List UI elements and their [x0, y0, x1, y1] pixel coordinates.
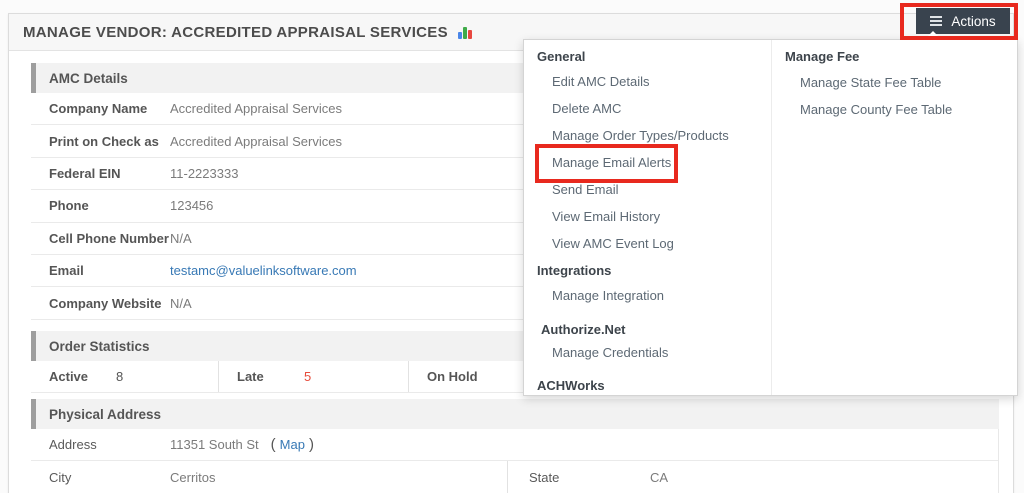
- chart-bar-green: [462, 26, 467, 39]
- stat-cell-active: Active 8: [31, 361, 219, 392]
- field-label: Print on Check as: [49, 133, 159, 149]
- menu-item-manage-state-fee-table[interactable]: Manage State Fee Table: [772, 69, 1017, 97]
- field-label: Company Name: [49, 101, 148, 117]
- page: MANAGE VENDOR: ACCREDITED APPRAISAL SERV…: [0, 0, 1024, 493]
- physical-address-title: Physical Address: [49, 406, 162, 422]
- field-value: N/A: [170, 295, 192, 311]
- dropdown-left-column: General Edit AMC Details Delete AMC Mana…: [524, 40, 772, 395]
- menu-group-header-authorize-net: Authorize.Net: [541, 322, 626, 337]
- menu-item-view-email-history[interactable]: View Email History: [524, 204, 771, 231]
- field-value: Accredited Appraisal Services: [170, 133, 342, 149]
- stat-label: Late: [237, 369, 264, 384]
- physical-address-rows: Address 11351 South St ( Map ) City Cerr…: [31, 429, 999, 493]
- city-cell: City Cerritos: [31, 461, 508, 493]
- menu-icon: [930, 16, 943, 26]
- field-value: 11-2223333: [170, 165, 239, 181]
- physical-address-section-header: Physical Address: [31, 399, 999, 429]
- field-label: Phone: [49, 198, 89, 214]
- paren-close: ): [308, 436, 314, 454]
- dropdown-right-column: Manage Fee Manage State Fee Table Manage…: [772, 40, 1017, 395]
- address-value: 11351 South St: [170, 437, 259, 453]
- stat-value-active: 8: [116, 369, 124, 384]
- menu-group-header-manage-fee: Manage Fee: [785, 49, 860, 64]
- menu-item-send-email[interactable]: Send Email: [524, 177, 771, 204]
- menu-item-manage-email-alerts[interactable]: Manage Email Alerts: [524, 150, 771, 177]
- field-label: Cell Phone Number: [49, 230, 169, 246]
- field-value: Accredited Appraisal Services: [170, 101, 342, 117]
- menu-item-delete-amc[interactable]: Delete AMC: [524, 96, 771, 123]
- map-link[interactable]: Map: [280, 437, 305, 452]
- email-link[interactable]: testamc@valuelinksoftware.com: [170, 263, 357, 278]
- stat-label: On Hold: [427, 369, 478, 384]
- state-cell: State CA: [508, 470, 998, 485]
- detail-row-city-state: City Cerritos State CA: [31, 461, 998, 493]
- menu-item-manage-order-types-products[interactable]: Manage Order Types/Products: [524, 123, 771, 150]
- detail-row-address: Address 11351 South St ( Map ): [31, 429, 998, 462]
- physical-address-section: Physical Address Address 11351 South St …: [31, 399, 999, 493]
- chart-bar-blue: [457, 31, 462, 39]
- field-label: Email: [49, 263, 84, 279]
- actions-button-label: Actions: [951, 13, 996, 29]
- field-label: State: [529, 469, 560, 485]
- field-label: Address: [49, 437, 97, 453]
- bar-chart-icon[interactable]: [457, 26, 472, 39]
- menu-item-view-amc-event-log[interactable]: View AMC Event Log: [524, 231, 771, 258]
- menu-item-edit-amc-details[interactable]: Edit AMC Details: [524, 69, 771, 96]
- field-value: 123456: [170, 198, 214, 214]
- field-label: Federal EIN: [49, 165, 121, 181]
- menu-group-header-integrations: Integrations: [537, 263, 612, 278]
- field-label: Company Website: [49, 295, 162, 311]
- menu-item-manage-county-fee-table[interactable]: Manage County Fee Table: [772, 97, 1017, 124]
- dropdown-caret: [924, 31, 942, 40]
- menu-group-header-achworks: ACHWorks: [537, 378, 605, 393]
- city-value: Cerritos: [170, 469, 216, 485]
- field-label: City: [49, 469, 72, 485]
- order-statistics-title: Order Statistics: [49, 338, 150, 354]
- stat-label: Active: [49, 369, 89, 384]
- amc-details-title: AMC Details: [49, 70, 128, 86]
- state-value: CA: [650, 469, 669, 485]
- stat-cell-late: Late 5: [219, 361, 409, 392]
- chart-bar-red: [467, 29, 472, 39]
- field-value: N/A: [170, 230, 192, 246]
- menu-group-header-general: General: [537, 49, 586, 64]
- menu-item-manage-credentials[interactable]: Manage Credentials: [524, 342, 771, 364]
- map-link-group: ( Map ): [271, 436, 314, 453]
- page-title: MANAGE VENDOR: ACCREDITED APPRAISAL SERV…: [23, 23, 448, 41]
- stat-value-late: 5: [304, 369, 312, 384]
- actions-dropdown-menu: General Edit AMC Details Delete AMC Mana…: [523, 39, 1018, 396]
- menu-item-manage-integration[interactable]: Manage Integration: [524, 283, 771, 310]
- paren-open: (: [270, 436, 276, 454]
